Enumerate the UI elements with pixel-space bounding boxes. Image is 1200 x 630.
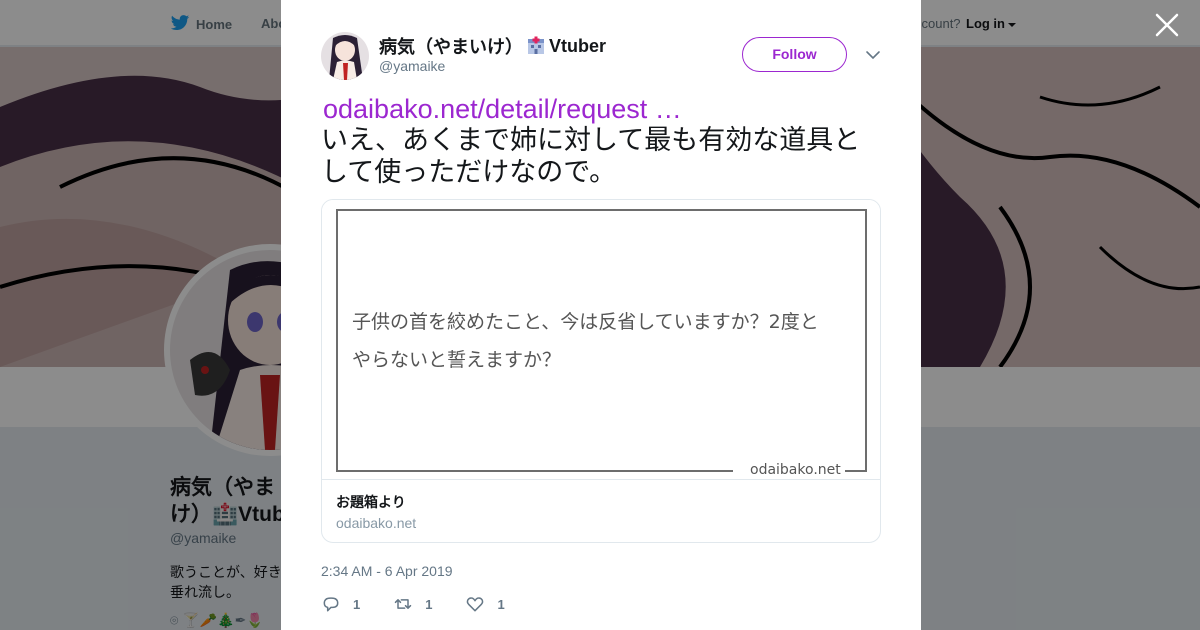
close-modal-button[interactable] — [1154, 12, 1180, 38]
card-question-line2: やらないと誓えますか？ — [352, 349, 562, 371]
card-image: 子供の首を絞めたこと、今は反省していますか？2度と やらないと誓えますか？ od… — [322, 200, 880, 480]
tweet-options-button[interactable] — [865, 48, 881, 62]
tweet-author-avatar[interactable] — [321, 32, 369, 80]
tweet-author-name[interactable]: 病気（やまいけ） Vtuber — [379, 33, 606, 59]
card-question: 子供の首を絞めたこと、今は反省していますか？2度と やらないと誓えますか？ — [352, 303, 842, 379]
link-card[interactable]: 子供の首を絞めたこと、今は反省していますか？2度と やらないと誓えますか？ od… — [321, 199, 881, 543]
close-icon — [1155, 13, 1179, 37]
tweet-author-name-text: 病気（やまいけ） — [379, 37, 523, 57]
reply-button[interactable]: 1 — [321, 594, 360, 614]
card-domain: odaibako.net — [336, 515, 417, 531]
card-title: お題箱より — [336, 495, 406, 511]
tweet-link[interactable]: odaibako.net/detail/request … — [323, 93, 886, 125]
heart-icon — [467, 597, 484, 612]
chevron-down-icon — [866, 51, 880, 60]
tweet-author-handle[interactable]: @yamaike — [379, 58, 445, 74]
tweet-text: odaibako.net/detail/request … いえ、あくまで姉に対… — [321, 93, 886, 189]
retweet-count: 1 — [425, 596, 433, 612]
card-question-line1: 子供の首を絞めたこと、今は反省していますか？2度と — [352, 311, 819, 333]
like-button[interactable]: 1 — [465, 594, 505, 614]
like-count: 1 — [497, 596, 505, 612]
retweet-icon — [394, 599, 412, 609]
hospital-icon — [526, 36, 546, 56]
follow-button[interactable]: Follow — [742, 37, 847, 72]
tweet-timestamp[interactable]: 2:34 AM - 6 Apr 2019 — [321, 563, 453, 579]
tweet-actions: 1 1 1 — [321, 594, 538, 614]
retweet-button[interactable]: 1 — [393, 594, 432, 614]
reply-count: 1 — [353, 596, 361, 612]
tweet-author-suffix: Vtuber — [549, 35, 607, 56]
card-watermark: odaibako.net — [750, 462, 841, 478]
tweet-modal: 病気（やまいけ） Vtuber @yamaike Follow odaibako… — [281, 0, 921, 630]
reply-icon — [323, 597, 339, 612]
tweet-body: いえ、あくまで姉に対して最も有効な道具として使っただけなので。 — [321, 125, 861, 188]
